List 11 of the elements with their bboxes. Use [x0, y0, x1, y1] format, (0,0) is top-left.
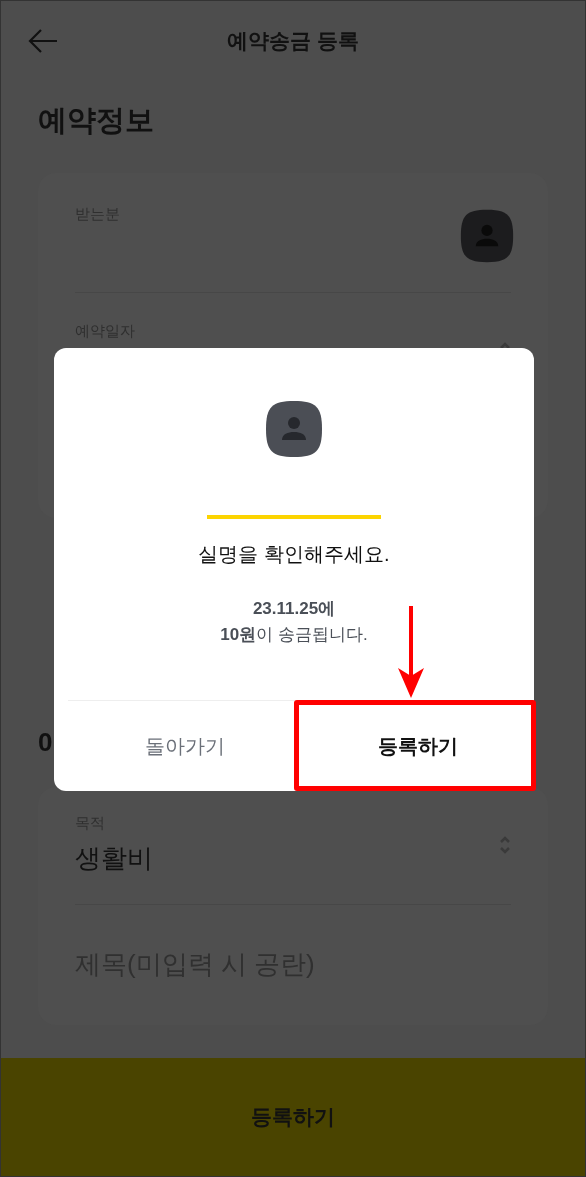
page-title: 예약송금 등록: [227, 28, 359, 54]
dialog-message: 실명을 확인해주세요.: [198, 542, 390, 567]
back-button[interactable]: [27, 28, 59, 54]
chevron-icon: [499, 340, 511, 349]
confirm-button[interactable]: 등록하기: [301, 701, 534, 791]
cancel-button[interactable]: 돌아가기: [68, 701, 301, 791]
contact-icon[interactable]: [459, 207, 515, 264]
transfer-details: 23.11.25에 10원이 송금됩니다.: [220, 598, 368, 646]
section-title: 예약정보: [38, 103, 154, 138]
section-title: 0: [38, 725, 53, 759]
person-icon: [264, 399, 324, 459]
